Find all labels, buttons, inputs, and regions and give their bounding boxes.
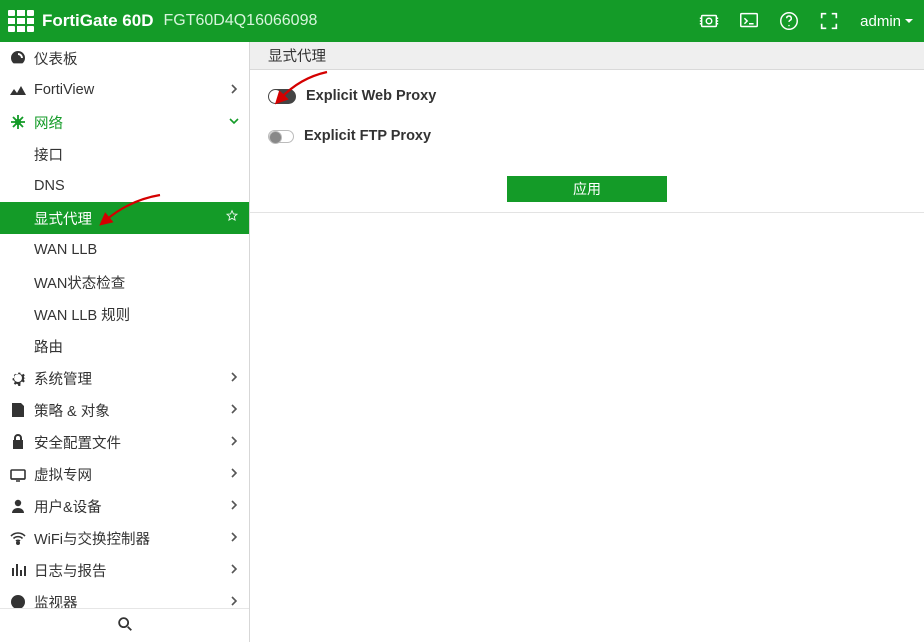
sidebar-item-label: 系统管理	[34, 368, 92, 389]
sidebar-sub-wan-llb-rule[interactable]: WAN LLB 规则	[0, 298, 249, 330]
apply-button[interactable]: 应用	[507, 176, 667, 202]
header-right: admin	[696, 8, 914, 34]
chevron-right-icon	[229, 403, 239, 417]
sidebar-item-label: 路由	[34, 336, 63, 357]
chevron-down-icon	[229, 115, 239, 129]
sidebar-sub-interface[interactable]: 接口	[0, 138, 249, 170]
sidebar-item-label: 显式代理	[34, 208, 92, 229]
sidebar-item-log[interactable]: 日志与报告	[0, 554, 249, 586]
search-icon	[116, 615, 134, 636]
sidebar-search[interactable]	[0, 608, 249, 642]
main-container: 仪表板 FortiView 网络	[0, 42, 924, 642]
sidebar-item-label: 用户&设备	[34, 496, 102, 517]
lock-icon	[8, 432, 28, 452]
sidebar-item-vpn[interactable]: 虚拟专网	[0, 458, 249, 490]
sidebar-item-label: 网络	[34, 112, 63, 133]
favorite-star-icon[interactable]	[225, 209, 239, 227]
sidebar-item-label: 监视器	[34, 592, 78, 609]
ftp-proxy-label: Explicit FTP Proxy	[304, 128, 431, 144]
policy-icon	[8, 400, 28, 420]
serial-number: FGT60D4Q16066098	[163, 12, 317, 30]
admin-menu[interactable]: admin	[856, 13, 914, 30]
network-icon	[8, 112, 28, 132]
user-icon	[8, 496, 28, 516]
fullscreen-icon[interactable]	[816, 8, 842, 34]
app-header: FortiGate 60D FGT60D4Q16066098 admin	[0, 0, 924, 42]
chevron-right-icon	[229, 499, 239, 513]
sidebar-item-label: 仪表板	[34, 48, 78, 69]
fortinet-logo-icon	[8, 10, 34, 32]
sidebar-item-label: 虚拟专网	[34, 464, 92, 485]
report-icon	[8, 560, 28, 580]
sidebar-item-label: 日志与报告	[34, 560, 107, 581]
sidebar-item-dashboard[interactable]: 仪表板	[0, 42, 249, 74]
sidebar-item-monitor[interactable]: 监视器	[0, 586, 249, 608]
dashboard-icon	[8, 48, 28, 68]
sidebar-sub-wan-llb[interactable]: WAN LLB	[0, 234, 249, 266]
sidebar-item-system[interactable]: 系统管理	[0, 362, 249, 394]
wizard-icon[interactable]	[696, 8, 722, 34]
chevron-right-icon	[229, 563, 239, 577]
ftp-proxy-row: Explicit FTP Proxy	[250, 104, 924, 144]
sidebar-item-label: DNS	[34, 178, 65, 194]
sidebar-item-label: 安全配置文件	[34, 432, 121, 453]
sidebar-item-user[interactable]: 用户&设备	[0, 490, 249, 522]
sidebar-item-label: WAN LLB 规则	[34, 304, 130, 325]
wifi-icon	[8, 528, 28, 548]
product-name: FortiGate 60D	[42, 11, 153, 31]
sidebar-sub-explicit-proxy[interactable]: 显式代理	[0, 202, 249, 234]
fortiview-icon	[8, 80, 28, 100]
section-title: 显式代理	[250, 42, 924, 70]
sidebar-item-label: 策略 & 对象	[34, 400, 110, 421]
sidebar-sub-wan-status[interactable]: WAN状态检查	[0, 266, 249, 298]
chevron-right-icon	[229, 371, 239, 385]
cli-icon[interactable]	[736, 8, 762, 34]
chevron-right-icon	[229, 435, 239, 449]
section-title-text: 显式代理	[268, 45, 326, 66]
web-proxy-label: Explicit Web Proxy	[306, 88, 436, 104]
sidebar-item-wifi[interactable]: WiFi与交换控制器	[0, 522, 249, 554]
sidebar-sub-route[interactable]: 路由	[0, 330, 249, 362]
sidebar-item-policy[interactable]: 策略 & 对象	[0, 394, 249, 426]
sidebar-item-label: FortiView	[34, 82, 94, 98]
sidebar-sub-dns[interactable]: DNS	[0, 170, 249, 202]
vpn-icon	[8, 464, 28, 484]
admin-label: admin	[860, 13, 901, 30]
apply-button-wrap: 应用	[250, 176, 924, 213]
gear-icon	[8, 368, 28, 388]
sidebar-item-network[interactable]: 网络	[0, 106, 249, 138]
sidebar-item-fortiview[interactable]: FortiView	[0, 74, 249, 106]
help-icon[interactable]	[776, 8, 802, 34]
content-area: 显式代理 Explicit Web Proxy Explicit FTP Pro…	[250, 42, 924, 642]
chevron-right-icon	[229, 467, 239, 481]
sidebar-item-security[interactable]: 安全配置文件	[0, 426, 249, 458]
chevron-right-icon	[229, 595, 239, 608]
nav: 仪表板 FortiView 网络	[0, 42, 249, 608]
web-proxy-toggle[interactable]	[268, 89, 296, 104]
sidebar: 仪表板 FortiView 网络	[0, 42, 250, 642]
monitor-icon	[8, 592, 28, 608]
sidebar-item-label: WiFi与交换控制器	[34, 528, 150, 549]
ftp-proxy-toggle[interactable]	[268, 130, 294, 143]
chevron-right-icon	[229, 83, 239, 97]
sidebar-item-label: 接口	[34, 144, 63, 165]
chevron-right-icon	[229, 531, 239, 545]
caret-down-icon	[904, 13, 914, 30]
web-proxy-row: Explicit Web Proxy	[250, 70, 924, 104]
sidebar-item-label: WAN LLB	[34, 242, 97, 258]
sidebar-item-label: WAN状态检查	[34, 272, 125, 293]
